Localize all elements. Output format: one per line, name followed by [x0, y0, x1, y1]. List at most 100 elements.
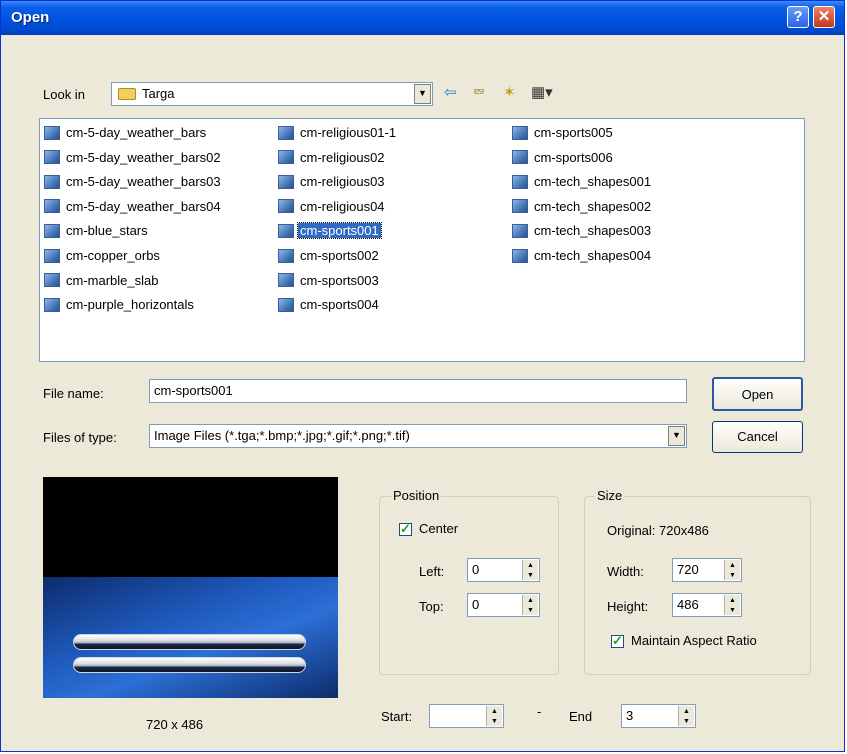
file-item[interactable]: cm-copper_orbs [44, 247, 162, 266]
stepper-arrows[interactable]: ▲ ▼ [486, 706, 502, 726]
stepper-arrows[interactable]: ▲ ▼ [724, 560, 740, 580]
file-name: cm-5-day_weather_bars03 [66, 174, 221, 190]
left-stepper[interactable]: 0 ▲ ▼ [467, 558, 540, 582]
open-button[interactable]: Open [712, 377, 803, 411]
file-item[interactable]: cm-religious03 [278, 173, 387, 192]
file-name: cm-tech_shapes001 [534, 174, 652, 190]
arrow-up-icon[interactable]: ▲ [725, 595, 740, 605]
file-name: cm-sports005 [534, 125, 613, 141]
image-file-icon [278, 273, 294, 288]
title-bar[interactable]: Open ? ✕ [1, 1, 844, 35]
original-size: Original: 720x486 [607, 523, 709, 538]
arrow-down-icon[interactable]: ▼ [523, 570, 538, 580]
width-value: 720 [677, 562, 699, 577]
file-name: cm-sports001 [297, 222, 382, 240]
end-stepper[interactable]: 3 ▲ ▼ [621, 704, 696, 728]
position-legend: Position [391, 488, 442, 503]
image-file-icon [278, 199, 294, 214]
stepper-arrows[interactable]: ▲ ▼ [678, 706, 694, 726]
height-stepper[interactable]: 486 ▲ ▼ [672, 593, 742, 617]
start-stepper[interactable]: ▲ ▼ [429, 704, 504, 728]
stepper-arrows[interactable]: ▲ ▼ [724, 595, 740, 615]
file-name: cm-sports006 [534, 149, 613, 165]
arrow-up-icon[interactable]: ▲ [523, 595, 538, 605]
file-list[interactable]: cm-5-day_weather_bars cm-5-day_weather_ba… [39, 118, 805, 362]
open-dialog: Open ? ✕ Look in Targa ▼ ⇦ ⮹ ✶ ▦▾ cm-5-d… [0, 0, 845, 752]
file-item[interactable]: cm-sports005 [512, 124, 615, 143]
back-arrow-icon[interactable]: ⇦ [444, 85, 457, 101]
left-label: Left: [419, 564, 445, 579]
preview-bar-bottom [73, 657, 306, 673]
file-item[interactable]: cm-blue_stars [44, 222, 150, 241]
file-item[interactable]: cm-5-day_weather_bars02 [44, 149, 223, 168]
file-name: cm-copper_orbs [66, 248, 160, 264]
file-item[interactable]: cm-marble_slab [44, 272, 160, 291]
file-item[interactable]: cm-religious02 [278, 149, 387, 168]
center-checkbox[interactable]: ✓ [399, 521, 412, 536]
stepper-arrows[interactable]: ▲ ▼ [522, 560, 538, 580]
center-label: Center [419, 521, 459, 536]
close-button[interactable]: ✕ [813, 6, 835, 28]
image-file-icon [512, 199, 528, 214]
top-label: Top: [419, 599, 444, 614]
image-file-icon [44, 273, 60, 288]
cancel-button[interactable]: Cancel [712, 421, 803, 453]
arrow-down-icon[interactable]: ▼ [725, 605, 740, 615]
file-item[interactable]: cm-tech_shapes004 [512, 247, 653, 266]
image-file-icon [512, 150, 528, 165]
file-item[interactable]: cm-5-day_weather_bars04 [44, 198, 223, 217]
up-folder-icon[interactable]: ⮹ [473, 85, 485, 101]
file-item[interactable]: cm-sports002 [278, 247, 381, 266]
top-stepper[interactable]: 0 ▲ ▼ [467, 593, 540, 617]
file-item[interactable]: cm-sports003 [278, 272, 381, 291]
file-item[interactable]: cm-religious01-1 [278, 124, 398, 143]
file-name: cm-marble_slab [66, 272, 159, 288]
new-folder-icon[interactable]: ✶ [503, 85, 516, 101]
file-name: cm-religious03 [300, 174, 385, 190]
image-file-icon [278, 125, 294, 140]
height-value: 486 [677, 597, 699, 612]
file-item[interactable]: cm-tech_shapes001 [512, 173, 653, 192]
start-label: Start: [381, 709, 413, 724]
arrow-down-icon[interactable]: ▼ [725, 570, 740, 580]
file-item[interactable]: cm-purple_horizontals [44, 296, 196, 315]
image-file-icon [512, 174, 528, 189]
chevron-down-icon[interactable]: ▼ [414, 84, 431, 104]
preview-caption: 720 x 486 [146, 717, 204, 732]
file-item[interactable]: cm-sports006 [512, 149, 615, 168]
filetype-label: Files of type: [43, 430, 117, 445]
help-button[interactable]: ? [787, 6, 809, 28]
file-item[interactable]: cm-sports004 [278, 296, 381, 315]
arrow-up-icon[interactable]: ▲ [487, 706, 502, 716]
arrow-down-icon[interactable]: ▼ [487, 716, 502, 726]
file-item[interactable]: cm-5-day_weather_bars [44, 124, 208, 143]
file-name: cm-5-day_weather_bars04 [66, 198, 221, 214]
arrow-up-icon[interactable]: ▲ [679, 706, 694, 716]
checkmark-icon: ✓ [612, 633, 623, 648]
aspect-checkbox[interactable]: ✓ [611, 633, 624, 648]
range-dash: - [537, 704, 542, 719]
file-name: cm-sports003 [300, 272, 379, 288]
arrow-down-icon[interactable]: ▼ [679, 716, 694, 726]
file-item[interactable]: cm-tech_shapes002 [512, 198, 653, 217]
file-name: cm-tech_shapes004 [534, 248, 652, 264]
image-file-icon [512, 223, 528, 238]
filetype-select[interactable]: Image Files (*.tga;*.bmp;*.jpg;*.gif;*.p… [149, 424, 687, 448]
view-menu-icon[interactable]: ▦▾ [531, 85, 553, 101]
chevron-down-icon[interactable]: ▼ [668, 426, 685, 446]
filename-input[interactable]: cm-sports001 [149, 379, 687, 403]
lookin-select[interactable]: Targa ▼ [111, 82, 433, 106]
file-item[interactable]: cm-tech_shapes003 [512, 222, 653, 241]
width-stepper[interactable]: 720 ▲ ▼ [672, 558, 742, 582]
arrow-up-icon[interactable]: ▲ [725, 560, 740, 570]
file-item[interactable]: cm-5-day_weather_bars03 [44, 173, 223, 192]
file-item[interactable]: cm-sports001 [278, 222, 382, 241]
arrow-up-icon[interactable]: ▲ [523, 560, 538, 570]
file-item[interactable]: cm-religious04 [278, 198, 387, 217]
file-name: cm-religious01-1 [300, 125, 397, 141]
image-file-icon [44, 297, 60, 312]
image-preview [43, 477, 338, 698]
file-name: cm-sports002 [300, 248, 379, 264]
stepper-arrows[interactable]: ▲ ▼ [522, 595, 538, 615]
arrow-down-icon[interactable]: ▼ [523, 605, 538, 615]
